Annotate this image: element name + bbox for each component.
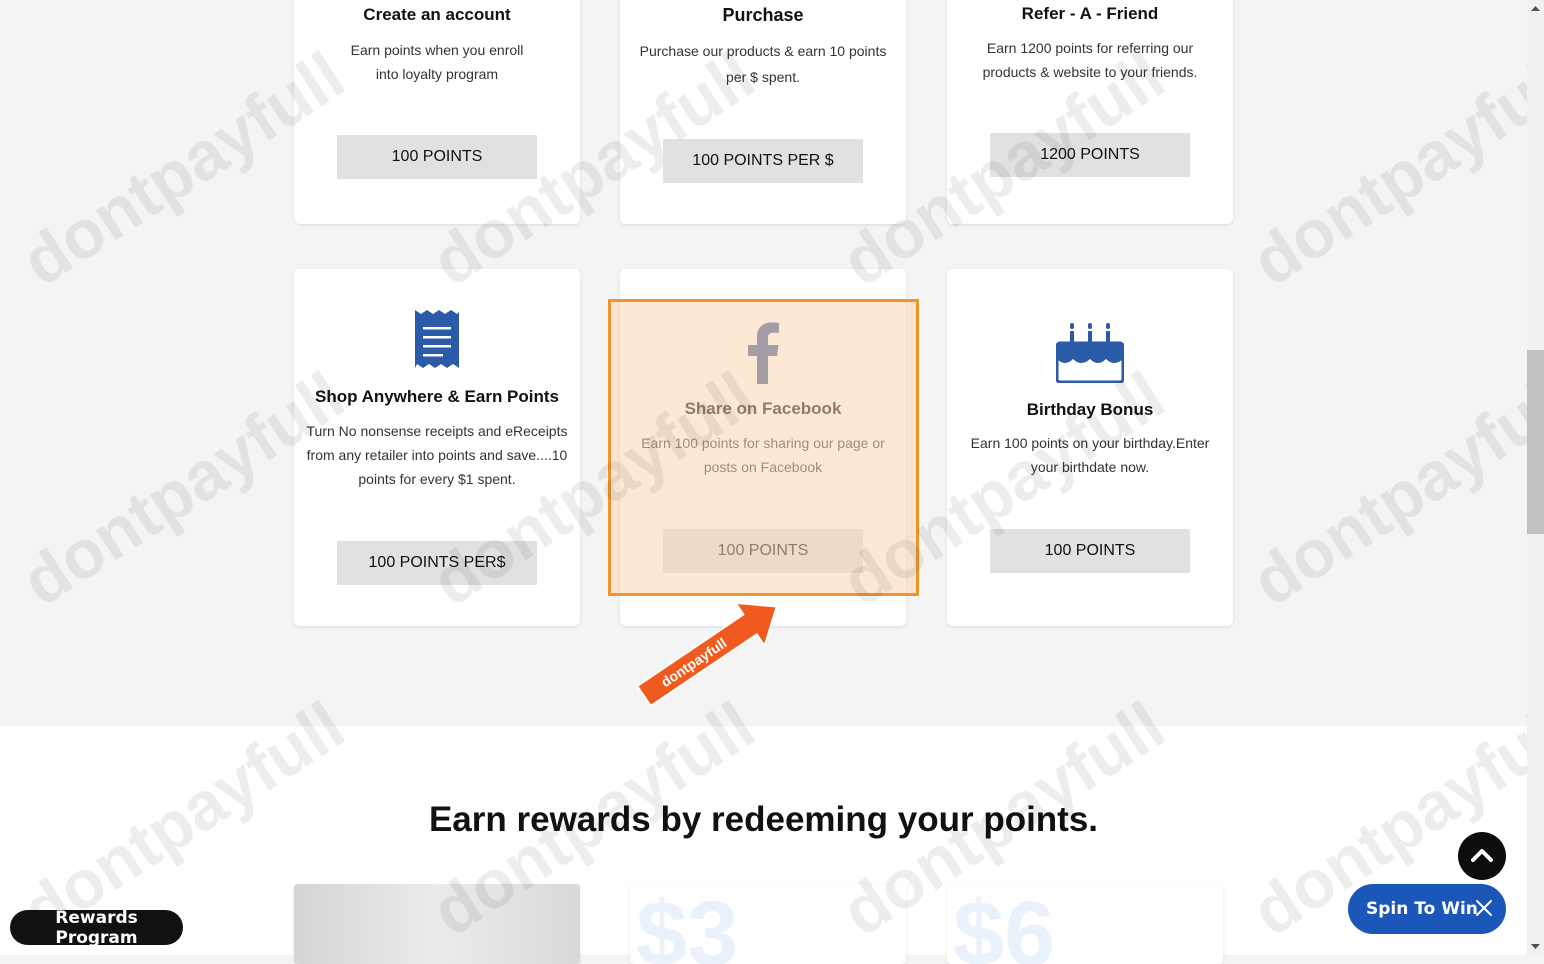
card-title: Purchase [722,5,804,25]
earn-card-birthday: Birthday Bonus Earn 100 points on your b… [947,269,1233,626]
facebook-icon [620,322,906,384]
arrow-label: dontpayfull [658,635,729,690]
points-button[interactable]: 100 POINTS PER $ [663,139,863,183]
points-button[interactable]: 100 POINTS [990,529,1190,573]
reward-card-amount: $3 [636,884,739,964]
card-title: Refer - A - Friend [1021,4,1159,23]
rewards-program-button[interactable]: Rewards Program [10,908,183,948]
earn-card-purchase: Purchase Purchase our products & earn 10… [620,0,906,224]
card-description: Earn 100 points on your birthday.Enter y… [970,435,1210,475]
spin-to-win-button[interactable]: Spin To Win [1348,884,1506,934]
scroll-to-top-button[interactable] [1458,832,1506,880]
points-button[interactable]: 100 POINTS [337,135,537,179]
receipt-icon [294,310,580,370]
birthday-cake-icon [947,323,1233,383]
card-description: Earn 100 points for sharing our page or … [641,435,885,475]
card-description: Earn 1200 points for referring our produ… [982,40,1198,80]
close-icon[interactable] [1474,898,1494,918]
card-title: Create an account [363,5,511,24]
earn-card-refer-friend: Refer - A - Friend Earn 1200 points for … [947,0,1233,224]
points-button[interactable]: 100 POINTS [663,529,863,573]
chevron-up-icon [1471,849,1493,862]
scrollbar[interactable] [1527,0,1544,955]
earn-card-shop-anywhere: Shop Anywhere & Earn Points Turn No nons… [294,269,580,626]
annotation-arrow: dontpayfull [630,600,800,710]
card-title: Share on Facebook [684,399,842,418]
scroll-down-arrow-icon[interactable] [1531,942,1540,951]
card-description: Purchase our products & earn 10 points p… [639,43,887,85]
reward-card-amount: $6 [953,884,1056,964]
points-button[interactable]: 1200 POINTS [990,133,1190,177]
earn-card-create-account: Create an account Earn points when you e… [294,0,580,224]
card-title: Shop Anywhere & Earn Points [314,387,560,406]
spin-to-win-label: Spin To Win [1366,899,1478,919]
scrollbar-thumb[interactable] [1527,350,1544,534]
scroll-up-arrow-icon[interactable] [1531,4,1540,13]
reward-card-3[interactable]: $3 [630,884,906,964]
reward-card-6[interactable]: $6 [947,884,1223,964]
points-button[interactable]: 100 POINTS PER$ [337,541,537,585]
redeem-heading: Earn rewards by redeeming your points. [428,800,1099,839]
earn-card-share-facebook: Share on Facebook Earn 100 points for sh… [620,269,906,626]
card-title: Birthday Bonus [1026,400,1154,419]
card-description: Earn points when you enroll into loyalty… [350,42,524,82]
card-description: Turn No nonsense receipts and eReceipts … [306,423,568,487]
reward-card-image[interactable] [294,884,580,964]
